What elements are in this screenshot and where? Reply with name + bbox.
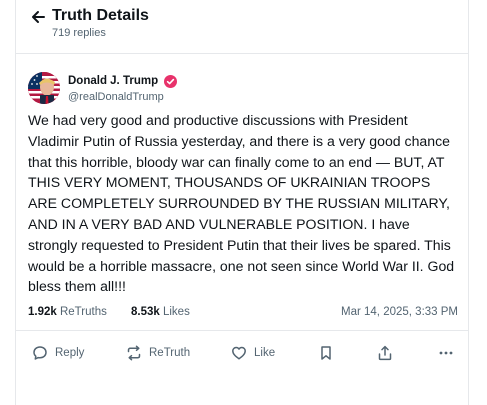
bookmark-button[interactable]: [318, 338, 334, 368]
heart-icon: [231, 345, 247, 361]
header-divider: [16, 53, 468, 54]
author-handle[interactable]: @realDonaldTrump: [68, 91, 164, 103]
reply-label: Reply: [55, 347, 85, 359]
post-author: Donald J. Trump @realDonaldTrump: [28, 72, 448, 108]
reply-button[interactable]: Reply: [32, 338, 84, 368]
speech-bubble-icon: [32, 345, 48, 361]
likes-stat[interactable]: 8.53k Likes: [131, 306, 190, 318]
retruths-count: 1.92k: [28, 306, 57, 318]
retruth-label: ReTruth: [149, 347, 191, 359]
share-button[interactable]: [377, 338, 393, 368]
ellipsis-icon: [438, 345, 454, 361]
retruth-arrows-icon: [126, 345, 142, 361]
truth-detail-panel: Truth Details 719 replies Donald J. Trum…: [15, 0, 469, 405]
author-name[interactable]: Donald J. Trump: [68, 75, 158, 87]
post-actions: Reply ReTruth Like: [16, 338, 468, 368]
like-label: Like: [254, 347, 276, 359]
verified-badge-icon: [164, 75, 177, 88]
retruths-stat[interactable]: 1.92k ReTruths: [28, 306, 107, 318]
likes-count: 8.53k: [131, 306, 160, 318]
post-timestamp: Mar 14, 2025, 3:33 PM: [341, 306, 458, 318]
stats-divider: [16, 330, 468, 331]
more-options-button[interactable]: [438, 338, 454, 368]
avatar[interactable]: [28, 72, 60, 104]
arrow-left-icon[interactable]: [30, 9, 46, 25]
share-upload-icon: [377, 345, 393, 361]
post-text: We had very good and productive discussi…: [28, 112, 455, 295]
page-header: Truth Details 719 replies: [30, 6, 450, 46]
page-title: Truth Details: [52, 7, 149, 24]
likes-label: Likes: [162, 306, 190, 318]
replies-count: 719 replies: [52, 27, 106, 39]
bookmark-icon: [318, 345, 334, 361]
retruths-label: ReTruths: [59, 306, 107, 318]
post-stats: 1.92k ReTruths 8.53k Likes Mar 14, 2025,…: [28, 306, 458, 324]
like-button[interactable]: Like: [231, 338, 275, 368]
retruth-button[interactable]: ReTruth: [126, 338, 190, 368]
